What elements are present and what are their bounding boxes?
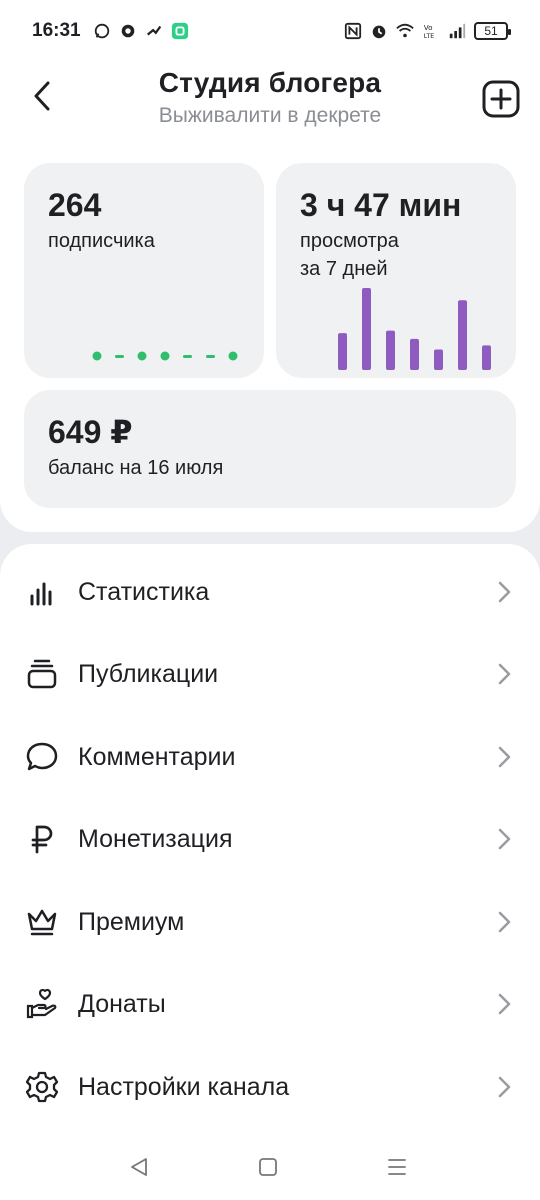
status-time: 16:31 — [32, 20, 81, 41]
menu-item-statistics[interactable]: Статистика — [0, 552, 540, 632]
app-icon — [121, 24, 134, 38]
menu-item-publications[interactable]: Публикации — [0, 634, 540, 714]
views-label: просмотра — [300, 230, 399, 252]
menu-nav-icon[interactable] — [386, 1156, 408, 1178]
views-bar — [434, 349, 443, 370]
subscribers-count: 264 — [48, 187, 102, 223]
back-nav-icon[interactable] — [128, 1156, 150, 1178]
page-subtitle: Выживалити в декрете — [158, 104, 382, 127]
views-bar-chart — [338, 288, 491, 370]
wifi-icon — [396, 23, 414, 38]
subscribers-trend — [92, 351, 238, 361]
subscribers-card[interactable]: 264 подписчика — [24, 163, 264, 378]
views-bar — [338, 333, 347, 370]
whatsapp-icon — [94, 23, 109, 39]
app-green-icon — [171, 22, 188, 40]
menu-item-comments[interactable]: Комментарии — [0, 717, 540, 797]
battery-indicator: 51 — [474, 22, 511, 40]
menu-label-comments: Комментарии — [78, 742, 236, 771]
views-label-block: просмотра за 7 дней — [300, 227, 492, 283]
running-icon — [146, 25, 161, 36]
svg-text:LTE: LTE — [424, 33, 434, 40]
views-bar — [410, 338, 419, 370]
menu-label-statistics: Статистика — [78, 577, 210, 606]
views-bar — [386, 330, 395, 370]
system-nav-bar — [0, 1134, 540, 1200]
gear-icon — [24, 1069, 60, 1105]
home-nav-icon[interactable] — [257, 1156, 279, 1178]
views-bar — [362, 288, 371, 370]
signal-icon — [449, 23, 466, 39]
menu-item-channel-settings[interactable]: Настройки канала — [0, 1047, 540, 1127]
status-bar: 16:31 Vo LTE 51 — [0, 0, 540, 62]
menu-label-monetization: Монетизация — [78, 824, 233, 853]
plus-square-icon — [482, 80, 520, 118]
summary-panel: Студия блогера Выживалити в декрете 264 … — [0, 62, 540, 532]
menu-panel: Статистика Публикации Комментарии Монети… — [0, 544, 540, 1134]
chevron-right-icon — [498, 581, 511, 603]
donate-icon — [24, 986, 60, 1022]
menu-label-premium: Премиум — [78, 907, 185, 936]
ruble-icon — [24, 821, 60, 857]
chevron-right-icon — [498, 746, 511, 768]
svg-text:Vo: Vo — [424, 23, 433, 32]
chevron-right-icon — [498, 911, 511, 933]
views-period: за 7 дней — [300, 258, 388, 280]
header: Студия блогера Выживалити в декрете — [0, 62, 540, 152]
menu-label-publications: Публикации — [78, 659, 219, 688]
crown-icon — [24, 904, 60, 940]
views-bar — [482, 345, 491, 370]
views-time: 3 ч 47 мин — [300, 187, 462, 223]
subscribers-label: подписчика — [48, 230, 155, 252]
menu-item-monetization[interactable]: Монетизация — [0, 799, 540, 879]
menu-label-donations: Донаты — [78, 989, 166, 1018]
chevron-right-icon — [498, 993, 511, 1015]
volte-icon: VoLTE — [424, 23, 434, 40]
nfc-icon — [344, 22, 362, 40]
menu-label-channel-settings: Настройки канала — [78, 1072, 290, 1101]
balance-amount: 649 ₽ — [48, 414, 133, 450]
views-bar — [458, 300, 467, 370]
comment-icon — [24, 739, 60, 775]
chevron-right-icon — [498, 1076, 511, 1098]
chevron-right-icon — [498, 663, 511, 685]
add-button[interactable] — [482, 80, 520, 118]
balance-card[interactable]: 649 ₽ баланс на 16 июля — [24, 390, 516, 508]
publications-icon — [24, 656, 60, 692]
page-title: Студия блогера — [158, 67, 382, 98]
alarm-icon — [372, 25, 386, 39]
balance-label: баланс на 16 июля — [48, 457, 224, 479]
views-card[interactable]: 3 ч 47 мин просмотра за 7 дней — [276, 163, 516, 378]
menu-item-donations[interactable]: Донаты — [0, 964, 540, 1044]
menu-item-premium[interactable]: Премиум — [0, 882, 540, 962]
stats-icon — [24, 574, 60, 610]
chevron-right-icon — [498, 828, 511, 850]
